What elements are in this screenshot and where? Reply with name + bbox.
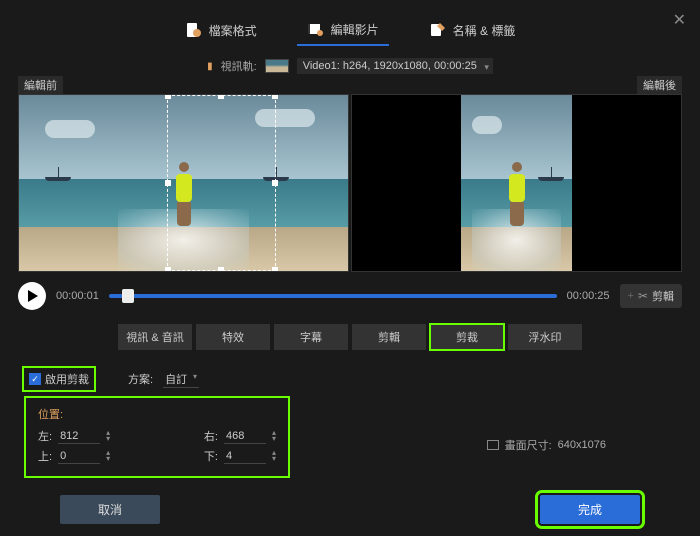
seek-bar[interactable]: [109, 294, 557, 298]
tab-effects[interactable]: 特效: [196, 324, 270, 350]
top-input[interactable]: [58, 449, 100, 464]
bottom-label: 下:: [204, 448, 218, 464]
tab-name-tags[interactable]: 名稱 & 標籤: [419, 14, 526, 46]
tab-subtitle[interactable]: 字幕: [274, 324, 348, 350]
bottom-input[interactable]: [224, 449, 266, 464]
tab-file-format[interactable]: 檔案格式: [175, 14, 267, 46]
enable-crop-label: 啟用剪裁: [45, 371, 89, 387]
seek-handle[interactable]: [122, 289, 134, 303]
tab-label: 檔案格式: [209, 22, 257, 39]
tab-crop[interactable]: 剪裁: [430, 324, 504, 350]
dimension-value: 640x1076: [558, 439, 606, 451]
tab-trim[interactable]: 剪輯: [352, 324, 426, 350]
preview-before-label: 編輯前: [18, 76, 63, 94]
crop-selection[interactable]: [167, 95, 276, 271]
video-track-label: 視訊軌:: [221, 58, 257, 74]
spinner-icon[interactable]: ▴▾: [106, 450, 110, 462]
time-current: 00:00:01: [56, 290, 99, 302]
tab-video-audio[interactable]: 視訊 & 音訊: [118, 324, 192, 350]
cancel-button[interactable]: 取消: [60, 495, 160, 524]
close-icon[interactable]: ✕: [673, 10, 686, 30]
preview-after: [351, 94, 682, 272]
tab-label: 名稱 & 標籤: [453, 22, 516, 39]
done-button[interactable]: 完成: [540, 495, 640, 524]
position-title: 位置:: [38, 406, 276, 422]
dimension-label: 畫面尺寸:: [505, 437, 552, 453]
enable-crop-checkbox-wrap[interactable]: ✓ 啟用剪裁: [24, 368, 94, 390]
right-label: 右:: [204, 428, 218, 444]
left-input[interactable]: [58, 429, 100, 444]
top-label: 上:: [38, 448, 52, 464]
position-group: 位置: 左: ▴▾ 右: ▴▾ 上: ▴▾: [24, 396, 290, 478]
preview-after-label: 編輯後: [637, 76, 682, 94]
video-track-select[interactable]: Video1: h264, 1920x1080, 00:00:25: [297, 58, 493, 74]
file-gear-icon: [185, 21, 203, 39]
dimension-icon: [487, 440, 499, 450]
preview-before[interactable]: [18, 94, 349, 272]
right-input[interactable]: [224, 429, 266, 444]
track-indicator-icon: ▮: [207, 61, 213, 72]
video-track-thumb: [265, 59, 289, 73]
aspect-label: 方案:: [128, 371, 153, 387]
spinner-icon[interactable]: ▴▾: [106, 430, 110, 442]
film-cut-icon: [307, 20, 325, 38]
time-total: 00:00:25: [567, 290, 610, 302]
tag-edit-icon: [429, 21, 447, 39]
cut-label: 剪輯: [652, 288, 674, 304]
spinner-icon[interactable]: ▴▾: [272, 430, 276, 442]
scissor-icon: ✂: [638, 289, 648, 303]
tab-label: 編輯影片: [331, 21, 379, 38]
tab-watermark[interactable]: 浮水印: [508, 324, 582, 350]
checkbox-checked-icon: ✓: [29, 373, 41, 385]
tab-edit-video[interactable]: 編輯影片: [297, 14, 389, 46]
cut-button[interactable]: +✂ 剪輯: [620, 284, 683, 308]
spinner-icon[interactable]: ▴▾: [272, 450, 276, 462]
play-button[interactable]: [18, 282, 46, 310]
left-label: 左:: [38, 428, 52, 444]
